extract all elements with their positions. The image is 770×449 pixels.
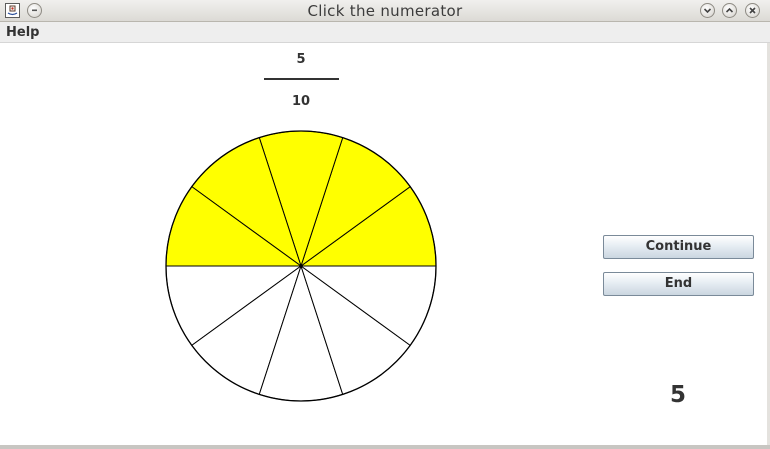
fraction-bar	[264, 78, 339, 80]
menu-help[interactable]: Help	[6, 24, 39, 41]
window-title: Click the numerator	[307, 2, 463, 20]
fraction-denominator[interactable]: 10	[261, 94, 341, 110]
menu-bar: Help	[0, 22, 770, 43]
title-bar[interactable]: Click the numerator	[0, 0, 770, 22]
maximize-button[interactable]	[722, 3, 737, 18]
fraction-numerator[interactable]: 5	[261, 52, 341, 68]
end-button[interactable]: End	[603, 272, 754, 296]
close-button[interactable]	[745, 3, 760, 18]
chevron-up-icon	[725, 7, 734, 13]
fraction-pie[interactable]	[160, 125, 442, 407]
score-value: 5	[669, 382, 686, 408]
window-bottom-border	[0, 445, 770, 449]
chevron-down-icon	[703, 8, 712, 14]
continue-button[interactable]: Continue	[603, 235, 754, 259]
application-window: Click the numerator Help 5 10 Continue E…	[0, 0, 770, 449]
close-icon	[749, 7, 756, 14]
minimize-button[interactable]	[700, 3, 715, 18]
